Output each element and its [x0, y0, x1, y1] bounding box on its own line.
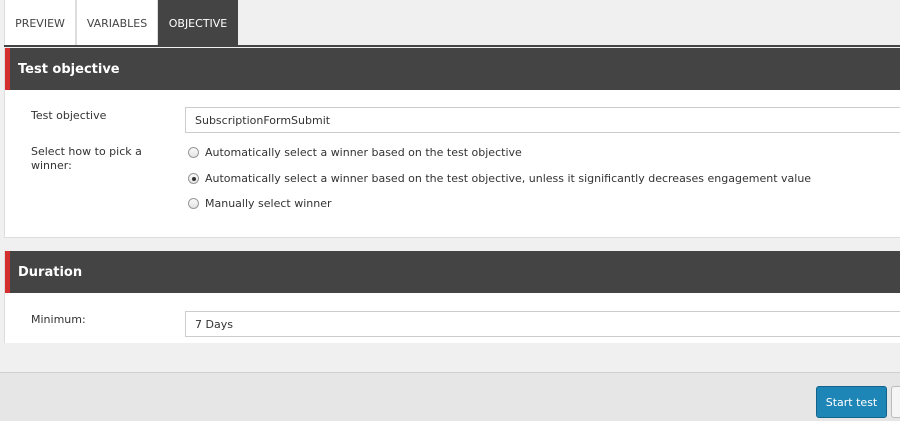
test-objective-section: Test objective Test objective Subscripti… [4, 48, 900, 238]
minimum-duration-select[interactable]: 7 Days [185, 311, 900, 337]
duration-section: Duration Minimum: 7 Days [4, 251, 900, 343]
tab-bar: PREVIEW VARIABLES OBJECTIVE [0, 0, 900, 47]
winner-label: Select how to pick a winner: [31, 145, 142, 172]
radio-label: Manually select winner [205, 197, 332, 210]
radio-checked-icon[interactable] [188, 173, 199, 184]
radio-label: Automatically select a winner based on t… [205, 172, 812, 185]
start-test-button[interactable]: Start test [816, 386, 887, 418]
tab-underline [4, 45, 900, 47]
secondary-button[interactable] [891, 386, 900, 418]
winner-option-manual[interactable]: Manually select winner [188, 197, 332, 210]
section-header: Duration [5, 251, 900, 293]
tab-objective[interactable]: OBJECTIVE [158, 0, 238, 46]
section-header: Test objective [5, 48, 900, 90]
tab-preview[interactable]: PREVIEW [4, 0, 76, 46]
objective-field[interactable]: SubscriptionFormSubmit [185, 107, 900, 133]
minimum-label: Minimum: [31, 313, 86, 326]
radio-label: Automatically select a winner based on t… [205, 146, 522, 159]
section-title: Test objective [18, 61, 120, 77]
objective-value: SubscriptionFormSubmit [195, 113, 331, 127]
tab-variables[interactable]: VARIABLES [76, 0, 158, 46]
winner-option-auto-engagement[interactable]: Automatically select a winner based on t… [188, 172, 811, 185]
section-title: Duration [18, 264, 83, 280]
minimum-value: 7 Days [195, 317, 233, 331]
objective-label: Test objective [31, 109, 107, 122]
radio-icon[interactable] [188, 147, 199, 158]
footer-bar: Start test [0, 372, 900, 421]
radio-icon[interactable] [188, 198, 199, 209]
winner-option-auto[interactable]: Automatically select a winner based on t… [188, 146, 522, 159]
